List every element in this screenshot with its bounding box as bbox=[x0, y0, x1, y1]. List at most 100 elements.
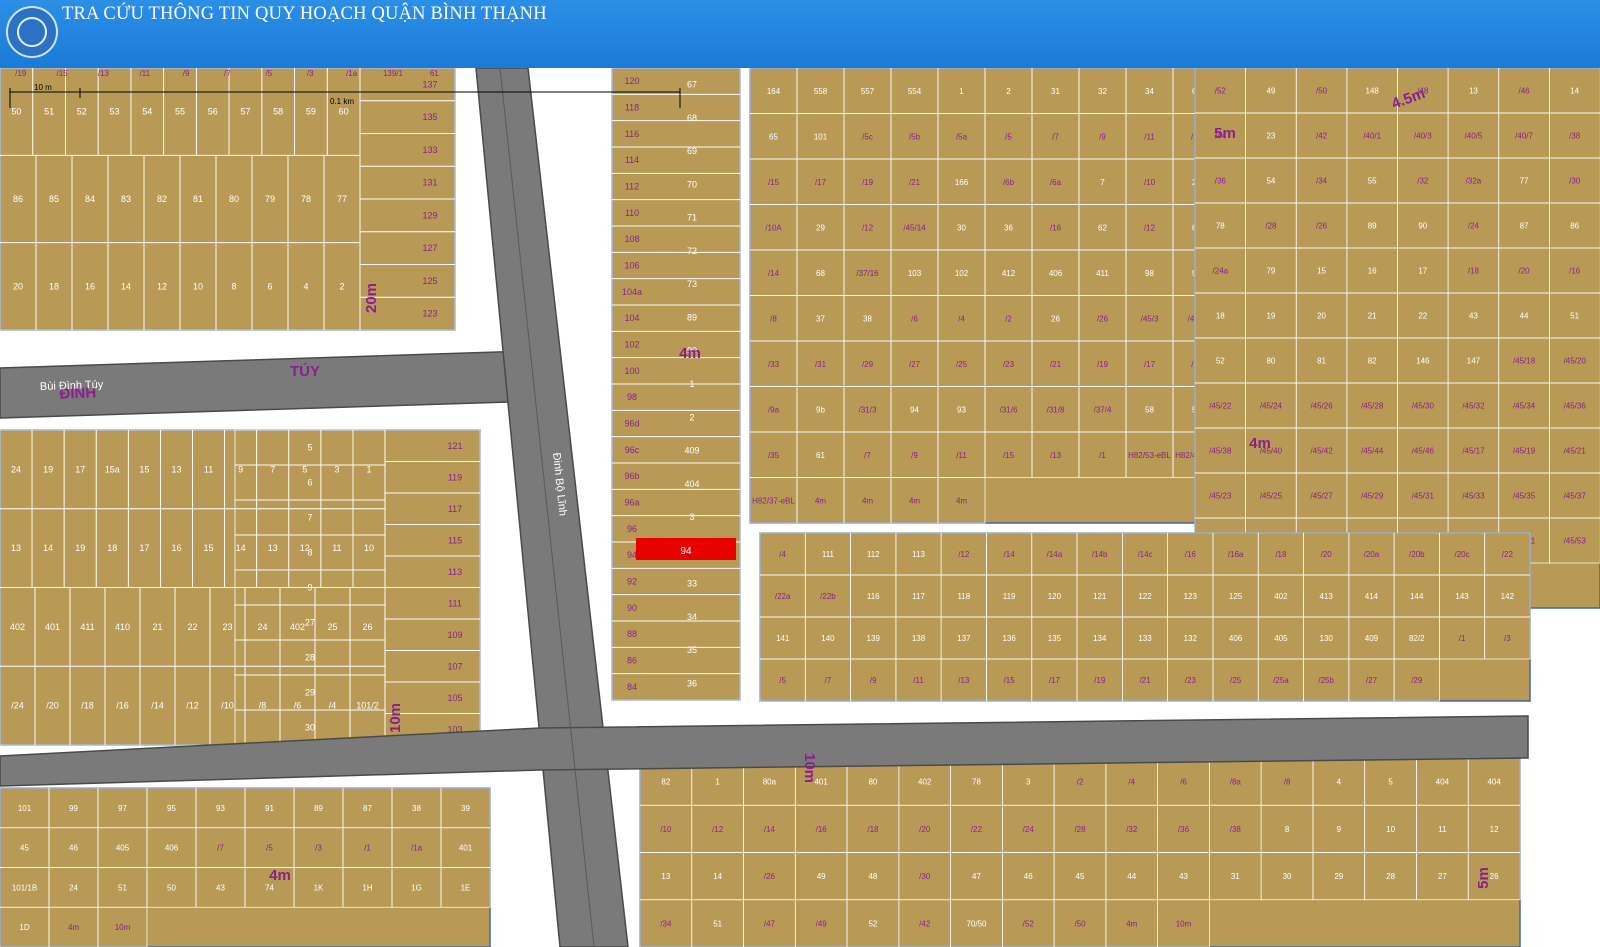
parcel-label: 136 bbox=[1002, 634, 1016, 643]
parcel-label: 54 bbox=[1266, 177, 1275, 186]
parcel-label: /10 bbox=[660, 825, 672, 834]
map-canvas[interactable]: 50 51 52 53 54 55 56 57 58 59 6086 85 84 83 82 81 80 79 78… bbox=[0, 68, 1600, 947]
parcel-label: 90 bbox=[627, 603, 637, 613]
parcel-label: /45/44 bbox=[1361, 447, 1384, 456]
parcel-label: 1D bbox=[19, 923, 29, 932]
parcel-label: 82/2 bbox=[1409, 634, 1425, 643]
parcel-label: 19 bbox=[75, 543, 85, 553]
parcel-label: /45/24 bbox=[1260, 402, 1283, 411]
scale-label-short: 10 m bbox=[34, 83, 52, 92]
parcel-label: 25 bbox=[327, 622, 337, 632]
parcel-label: 15 bbox=[1317, 267, 1326, 276]
parcel-block-d: 164558557554123132346465101/5c/5b/5a/5/7… bbox=[749, 68, 1221, 524]
parcel-label: /45/42 bbox=[1310, 447, 1333, 456]
parcel-label: 111 bbox=[822, 550, 835, 559]
parcel-label: /1 bbox=[364, 844, 371, 853]
parcel-label: 7 bbox=[270, 464, 275, 474]
parcel-label: 4m bbox=[68, 923, 79, 932]
parcel-label: 402 bbox=[290, 622, 305, 632]
parcel-label: 116 bbox=[625, 129, 639, 139]
parcel-label: 93 bbox=[216, 804, 225, 813]
road-annotation: 4m bbox=[269, 867, 291, 884]
city-emblem-icon[interactable] bbox=[6, 6, 58, 58]
parcel-label: 14 bbox=[121, 281, 131, 291]
parcel-label: 60 bbox=[339, 107, 349, 117]
parcel-label: 4m bbox=[909, 496, 920, 505]
parcel-label: /10A bbox=[765, 223, 782, 232]
parcel-label: H82/53-eBL bbox=[1128, 451, 1171, 460]
parcel-label: 15a bbox=[105, 464, 120, 474]
parcel-label: 89 bbox=[687, 312, 697, 322]
parcel-label: 80a bbox=[763, 778, 777, 787]
parcel-label: 29 bbox=[1334, 872, 1343, 881]
parcel-label: 122 bbox=[1138, 592, 1152, 601]
cadastral-map[interactable]: 50 51 52 53 54 55 56 57 58 59 60 86 85 84 83 82 81 80 79 78… bbox=[0, 68, 1600, 947]
parcel-label: /5b bbox=[909, 132, 921, 141]
parcel-label: /46 bbox=[1519, 87, 1531, 96]
parcel-label: 27 bbox=[305, 618, 315, 628]
parcel-label: 17 bbox=[1418, 267, 1427, 276]
parcel-label: /18 bbox=[81, 701, 94, 711]
parcel-label: 406 bbox=[165, 844, 179, 853]
parcel-label: /45/3 bbox=[1141, 314, 1159, 323]
page-title: TRA CỨU THÔNG TIN QUY HOẠCH QUẬN BÌNH TH… bbox=[62, 4, 547, 24]
parcel-label: 9 bbox=[238, 464, 243, 474]
parcel-label: 87 bbox=[363, 804, 372, 813]
parcel-label: 3 bbox=[1026, 778, 1031, 787]
parcel-label: 91 bbox=[265, 804, 274, 813]
parcel-label: 79 bbox=[1266, 267, 1275, 276]
parcel-label: /20a bbox=[1364, 550, 1380, 559]
parcel-label: /8 bbox=[259, 701, 267, 711]
parcel-label: /24a bbox=[1213, 267, 1229, 276]
parcel-label: 31 bbox=[1231, 872, 1240, 881]
road-annotation: TÚY bbox=[290, 362, 320, 380]
parcel-label: /26 bbox=[1097, 314, 1109, 323]
parcel-label: 137 bbox=[422, 79, 437, 89]
parcel-label: 110 bbox=[625, 208, 639, 218]
parcel-label: 1K bbox=[314, 883, 324, 892]
parcel-label: 164 bbox=[767, 87, 781, 96]
parcel-label: /5 bbox=[266, 844, 273, 853]
parcel-label: 9b bbox=[816, 405, 825, 414]
parcel-label: /12 bbox=[1144, 223, 1156, 232]
parcel-label: 18 bbox=[1216, 312, 1225, 321]
parcel-label: 23 bbox=[222, 622, 232, 632]
parcel-label: /45/46 bbox=[1412, 447, 1435, 456]
parcel-label: /45/36 bbox=[1564, 402, 1587, 411]
parcel-label: 143 bbox=[1455, 592, 1469, 601]
parcel-label: 88 bbox=[627, 629, 637, 639]
parcel-label: 46 bbox=[1024, 872, 1033, 881]
parcel-label: 28 bbox=[1386, 872, 1395, 881]
parcel-label: 68 bbox=[816, 269, 825, 278]
parcel-label: /9 bbox=[870, 676, 877, 685]
parcel-label: 26 bbox=[362, 622, 372, 632]
parcel-label: 134 bbox=[1093, 634, 1107, 643]
parcel-label: /5c bbox=[862, 132, 873, 141]
parcel-label: 554 bbox=[908, 87, 922, 96]
road-annotation: 4m bbox=[679, 345, 701, 362]
parcel-label: 404 bbox=[1487, 778, 1501, 787]
parcel-label: /16 bbox=[116, 701, 129, 711]
parcel-label: /5 bbox=[266, 69, 273, 78]
parcel-label: /25a bbox=[1273, 676, 1289, 685]
parcel-label: /14b bbox=[1092, 550, 1108, 559]
parcel-label: 72 bbox=[687, 246, 697, 256]
parcel-label: 86 bbox=[627, 656, 637, 666]
parcel-label: 95 bbox=[167, 804, 176, 813]
parcel-label: /8a bbox=[1230, 778, 1242, 787]
parcel-label: H82/37-eBL bbox=[752, 496, 795, 505]
parcel-label: 101 bbox=[18, 804, 32, 813]
parcel-label: /11 bbox=[956, 451, 967, 460]
parcel-label: 131 bbox=[422, 178, 437, 188]
parcel-label: /45/19 bbox=[1513, 447, 1536, 456]
parcel-label: /45/23 bbox=[1209, 492, 1232, 501]
parcel-label: 28 bbox=[305, 653, 315, 663]
parcel-label: 37 bbox=[816, 314, 825, 323]
parcel-label: 32 bbox=[1098, 87, 1107, 96]
parcel-label: 51 bbox=[118, 883, 127, 892]
parcel-label: 58 bbox=[273, 107, 283, 117]
parcel-label: 84 bbox=[85, 194, 95, 204]
parcel-label: /7 bbox=[1052, 132, 1059, 141]
parcel-label: 137 bbox=[957, 634, 971, 643]
parcel-label: 105 bbox=[447, 693, 462, 703]
